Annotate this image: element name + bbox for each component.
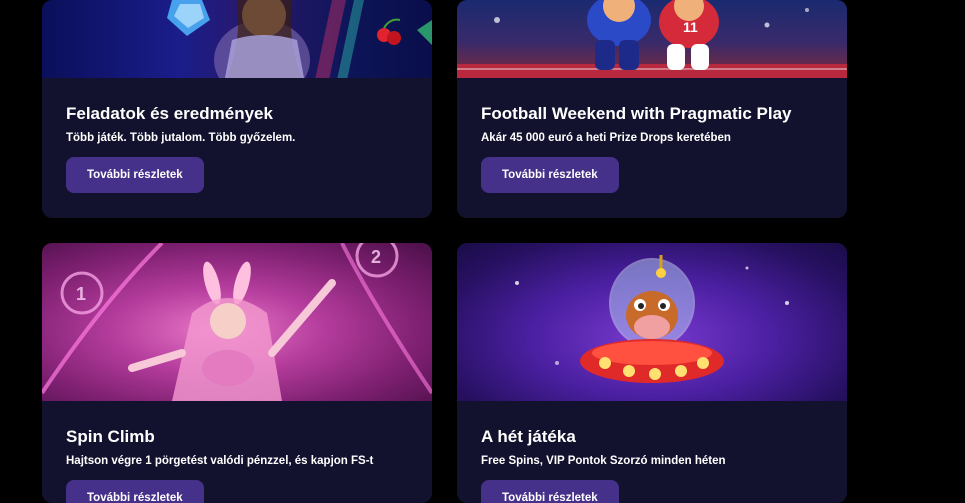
promo-artwork-cow-ufo	[515, 255, 789, 383]
promo-artwork-gems-woman	[167, 0, 432, 78]
promo-image-game-of-week	[457, 243, 847, 401]
more-details-button[interactable]: További részletek	[481, 157, 619, 193]
card-title: A hét játéka	[481, 427, 576, 446]
promo-image-tasks	[42, 0, 432, 78]
promo-artwork-footballers: 11	[457, 0, 847, 78]
more-details-button[interactable]: További részletek	[481, 480, 619, 503]
card-subtitle: Több játék. Több jutalom. Több győzelem.	[66, 132, 296, 144]
image-number-1: 1	[76, 284, 86, 304]
more-details-button[interactable]: További részletek	[66, 157, 204, 193]
svg-text:11: 11	[683, 19, 698, 35]
card-subtitle: Free Spins, VIP Pontok Szorzó minden hét…	[481, 455, 726, 467]
card-title: Feladatok és eredmények	[66, 104, 273, 123]
promo-card-game-of-week[interactable]: A hét játéka Free Spins, VIP Pontok Szor…	[457, 243, 847, 503]
promo-card-tasks[interactable]: Feladatok és eredmények Több játék. Több…	[42, 0, 432, 218]
more-details-button[interactable]: További részletek	[66, 480, 204, 503]
card-title: Football Weekend with Pragmatic Play	[481, 104, 792, 123]
promo-image-spin-climb: 1 2	[42, 243, 432, 401]
promo-image-football: 11	[457, 0, 847, 78]
card-subtitle: Akár 45 000 euró a heti Prize Drops kere…	[481, 132, 731, 144]
promo-card-spin-climb[interactable]: 1 2 Spin Climb Hajtson végre 1 pörgetést…	[42, 243, 432, 503]
promo-artwork-bunny-girl: 1 2	[42, 243, 432, 401]
card-subtitle: Hajtson végre 1 pörgetést valódi pénzzel…	[66, 455, 374, 467]
image-number-2: 2	[371, 247, 381, 267]
promo-card-football-weekend[interactable]: 11 Football Weekend with Pragmatic Play …	[457, 0, 847, 218]
card-title: Spin Climb	[66, 427, 155, 446]
